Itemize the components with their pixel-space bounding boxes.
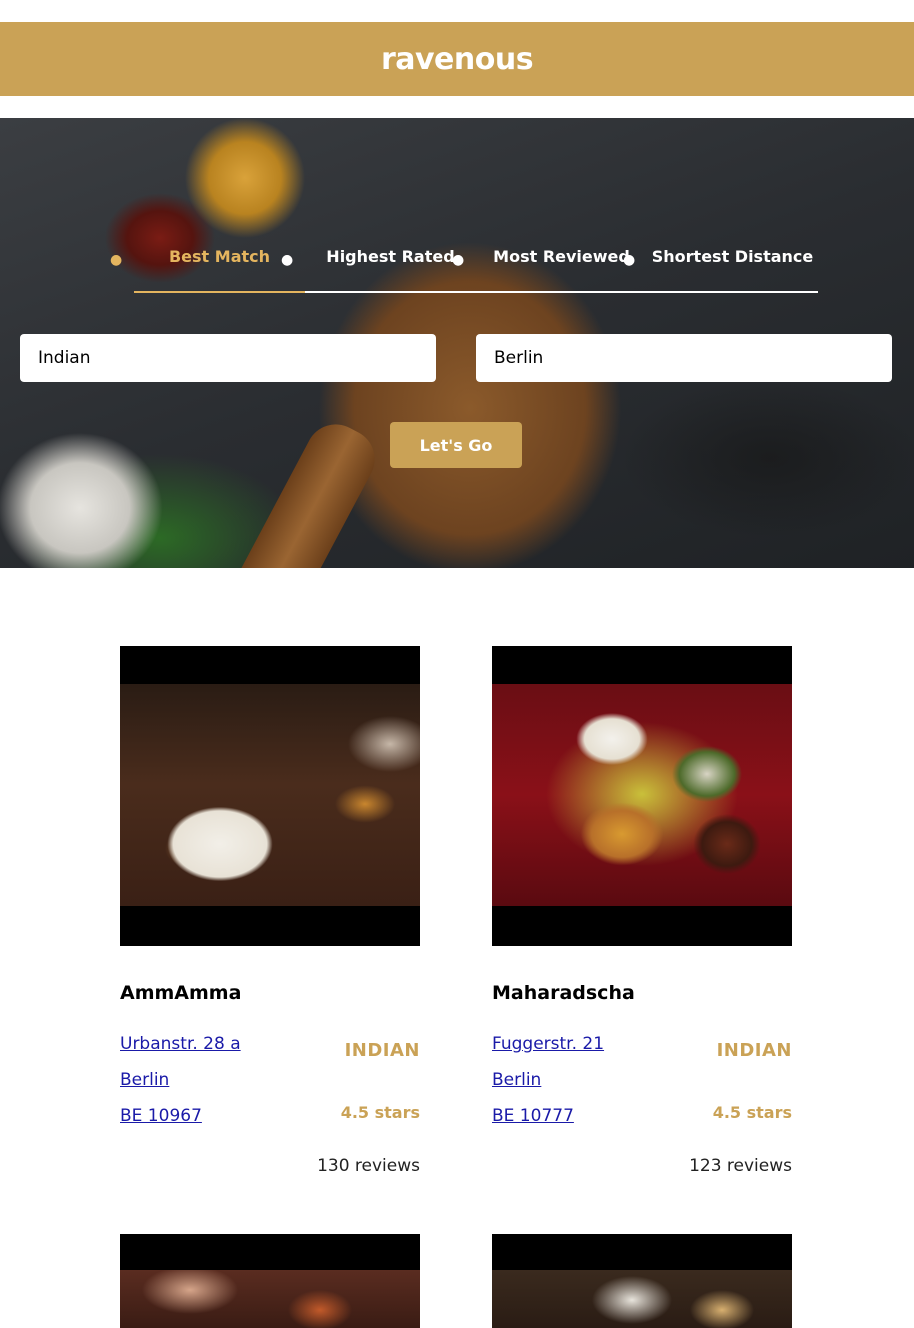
business-address-link[interactable]: Urbanstr. 28 a <box>120 1034 241 1054</box>
business-state-zip-link[interactable]: BE 10967 <box>120 1106 202 1126</box>
sort-option-shortest-distance[interactable]: ● Shortest Distance <box>623 247 818 291</box>
sort-option-most-reviewed[interactable]: ● Most Reviewed <box>452 247 647 291</box>
bullet-icon: ● <box>281 252 294 268</box>
business-name: Maharadscha <box>492 982 635 1004</box>
business-rating: 4.5 stars <box>712 1103 792 1122</box>
bullet-icon: ● <box>110 252 123 268</box>
sort-options: ● Best Match ● Highest Rated ● Most Revi… <box>110 247 818 293</box>
search-location-input[interactable] <box>476 334 892 382</box>
business-address-link[interactable]: Fuggerstr. 21 <box>492 1034 604 1054</box>
business-category: INDIAN <box>344 1040 420 1061</box>
business-review-count: 130 reviews <box>317 1156 420 1176</box>
business-review-count: 123 reviews <box>689 1156 792 1176</box>
business-category: INDIAN <box>716 1040 792 1061</box>
sort-option-best-match[interactable]: ● Best Match <box>110 247 305 293</box>
logo: ravenous <box>380 41 534 77</box>
sort-option-highest-rated[interactable]: ● Highest Rated <box>281 247 476 291</box>
hero-background-decoration <box>620 378 914 538</box>
sort-option-label: Shortest Distance <box>651 247 814 266</box>
hero-background-spoon <box>224 413 386 568</box>
lets-go-button[interactable]: Let's Go <box>390 422 522 468</box>
business-rating: 4.5 stars <box>340 1103 420 1122</box>
bullet-icon: ● <box>452 252 465 268</box>
business-photo <box>120 1234 420 1328</box>
search-term-input[interactable] <box>20 334 436 382</box>
sort-option-label: Best Match <box>168 247 271 266</box>
business-image <box>492 684 792 906</box>
business-state-zip-link[interactable]: BE 10777 <box>492 1106 574 1126</box>
search-bar: ● Best Match ● Highest Rated ● Most Revi… <box>0 118 914 568</box>
business-name: AmmAmma <box>120 982 242 1004</box>
site-header: ravenous <box>0 22 914 96</box>
business-photo <box>492 646 792 946</box>
business-image <box>120 1270 420 1328</box>
business-photo <box>492 1234 792 1328</box>
business-city-link[interactable]: Berlin <box>492 1070 541 1090</box>
business-city-link[interactable]: Berlin <box>120 1070 169 1090</box>
business-image <box>120 684 420 906</box>
bullet-icon: ● <box>623 252 636 268</box>
business-photo <box>120 646 420 946</box>
sort-option-label: Most Reviewed <box>493 247 630 266</box>
business-image <box>492 1270 792 1328</box>
sort-option-label: Highest Rated <box>326 247 455 266</box>
